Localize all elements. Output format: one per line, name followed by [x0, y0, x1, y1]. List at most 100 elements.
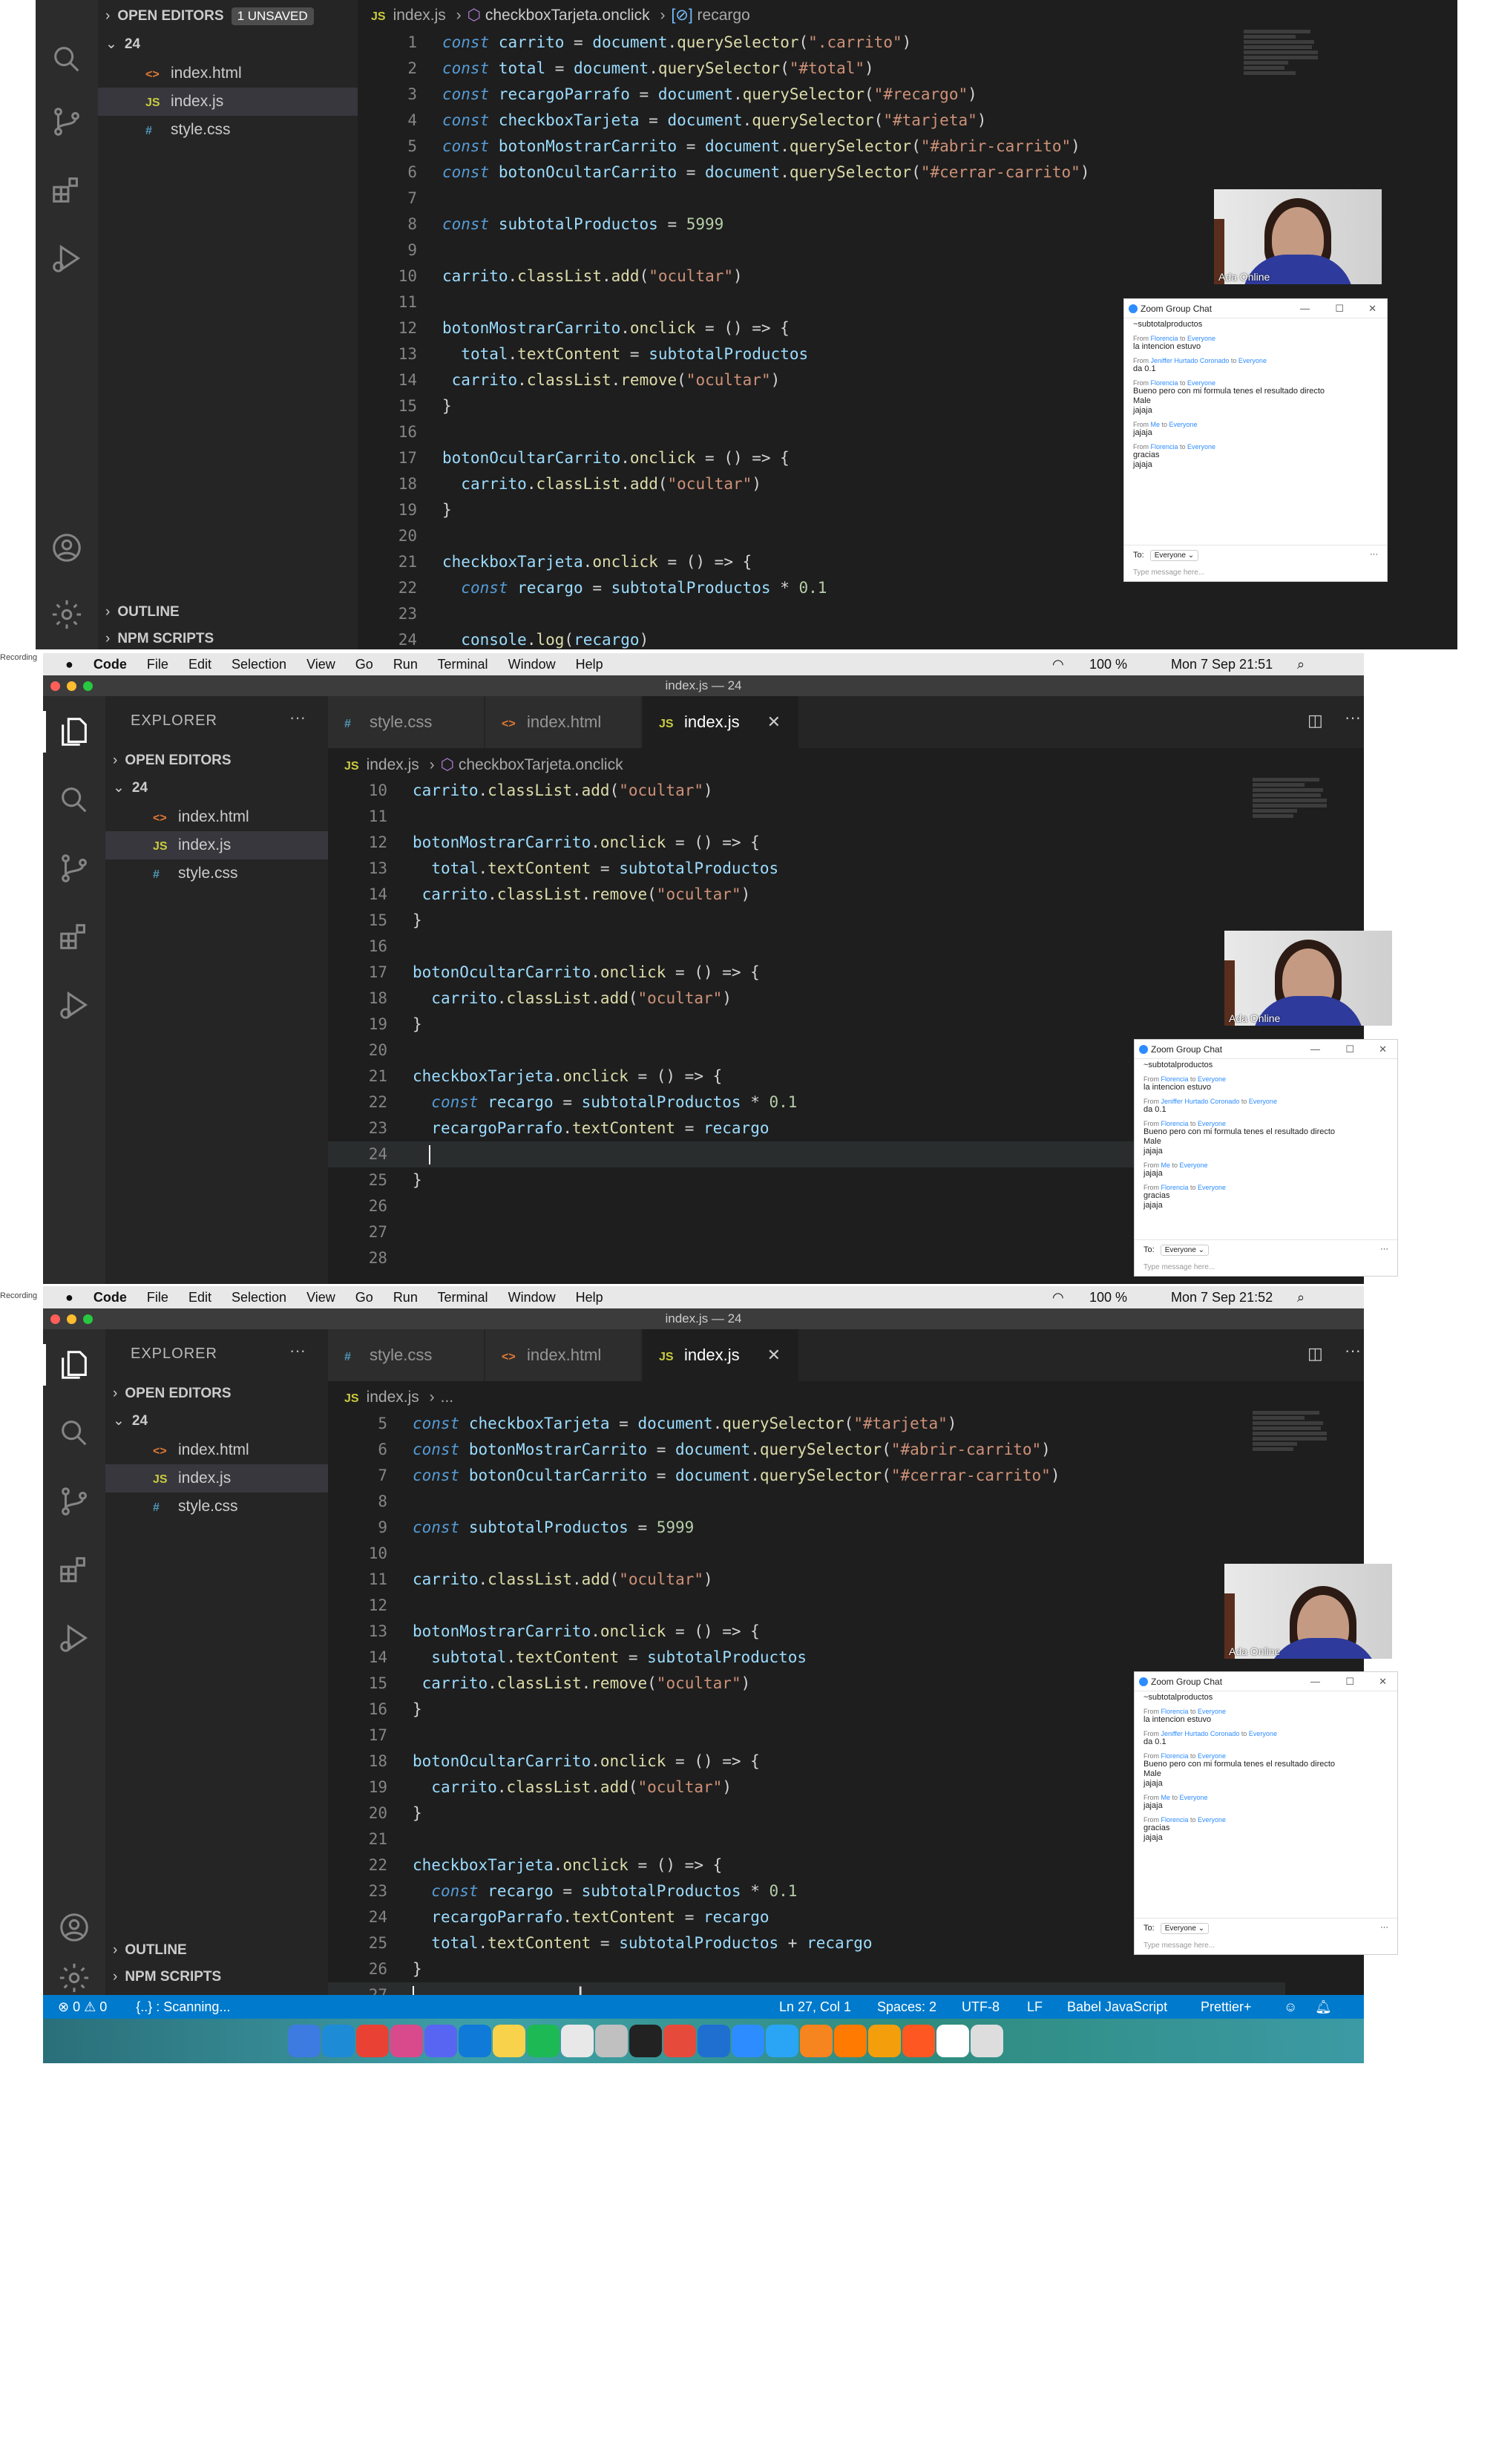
menu-file[interactable]: File [147, 657, 168, 672]
zoom-video-tile-3[interactable]: Ada Online [1224, 1564, 1392, 1659]
split-editor-icon[interactable]: ◫ [1307, 1344, 1323, 1363]
outline-header[interactable]: › OUTLINE [113, 1942, 187, 1959]
zoom-window-icon[interactable] [83, 681, 93, 691]
breadcrumb[interactable]: JS index.js › ⬡ checkboxTarjeta.onclick ›[… [371, 6, 750, 24]
gear-icon[interactable] [46, 594, 88, 635]
outline-header[interactable]: › OUTLINE [105, 604, 180, 620]
books-icon[interactable] [868, 2025, 901, 2057]
code-line[interactable]: 3 const recargoParrafo = document.querySe… [358, 82, 1285, 108]
spotlight-icon[interactable]: ⌕ [1297, 1286, 1305, 1308]
code-line[interactable]: 2 const total = document.querySelector("#… [358, 56, 1285, 82]
menu-view[interactable]: View [306, 1290, 335, 1305]
menu-edit[interactable]: Edit [188, 657, 211, 672]
code-line[interactable]: 6 const botonMostrarCarrito = document.qu… [328, 1437, 1285, 1463]
code-line[interactable]: 9 [358, 237, 1285, 263]
folder-header[interactable]: ⌄ 24 [105, 36, 140, 53]
code-line[interactable]: 7 const botonOcultarCarrito = document.qu… [328, 1463, 1285, 1489]
bell-icon[interactable]: 🔔︎ [1315, 1995, 1332, 2019]
more-icon[interactable]: ··· [1380, 1923, 1388, 1932]
close-icon[interactable]: ✕ [1368, 299, 1376, 318]
npm-scripts-header[interactable]: › NPM SCRIPTS [105, 631, 214, 647]
code-line[interactable]: 26} [328, 1956, 1285, 1982]
minimize-icon[interactable]: — [1300, 299, 1310, 318]
maximize-icon[interactable]: ☐ [1345, 1040, 1354, 1059]
postman-icon[interactable] [800, 2025, 833, 2057]
apple-icon[interactable]: ● [65, 1290, 73, 1305]
spotify-icon[interactable] [527, 2025, 560, 2057]
open-editors-header[interactable]: › OPEN EDITORS 1 UNSAVED [105, 7, 314, 25]
vlc-icon[interactable] [834, 2025, 867, 2057]
file-style-css[interactable]: # style.css [98, 116, 358, 144]
breadcrumb[interactable]: JS index.js ›... [344, 1389, 453, 1406]
code-line[interactable]: 13 total.textContent = subtotalProductos [328, 856, 1285, 882]
minimize-window-icon[interactable] [67, 1314, 76, 1324]
file-style-css[interactable]: # style.css [105, 1493, 328, 1521]
code-line[interactable]: 8 const subtotalProductos = 5999 [358, 212, 1285, 237]
wifi-icon[interactable]: ◠ [1052, 1286, 1064, 1308]
minimap[interactable] [1253, 1411, 1334, 1452]
code-line[interactable]: 10 [328, 1541, 1285, 1567]
chrome-icon[interactable] [356, 2025, 389, 2057]
file-index-js[interactable]: JS index.js [105, 1464, 328, 1493]
more-actions-icon[interactable]: ··· [289, 708, 306, 727]
code-line[interactable]: 24 console.log(recargo) [358, 627, 1285, 649]
chat-message-input[interactable]: Type message here... [1133, 569, 1378, 577]
code-line[interactable]: 9 const subtotalProductos = 5999 [328, 1515, 1285, 1541]
close-window-icon[interactable] [50, 681, 60, 691]
code-line[interactable]: 6 const botonOcultarCarrito = document.qu… [358, 160, 1285, 186]
cursor-position[interactable]: Ln 27, Col 1 [779, 1995, 851, 2019]
minimize-window-icon[interactable] [67, 681, 76, 691]
app-store-icon[interactable] [322, 2025, 355, 2057]
spotlight-icon[interactable]: ⌕ [1297, 653, 1305, 675]
file-style-css[interactable]: # style.css [105, 859, 328, 888]
source-control-icon[interactable] [53, 1481, 95, 1522]
more-icon[interactable]: ··· [1370, 550, 1378, 559]
code-line[interactable]: 10 carrito.classList.add("ocultar") [358, 263, 1285, 289]
breadcrumb[interactable]: JS index.js › ⬡ checkboxTarjeta.onclick [344, 756, 623, 774]
code-line[interactable]: 1 const carrito = document.querySelector(… [358, 30, 1285, 56]
apple-icon[interactable]: ● [65, 657, 73, 672]
run-debug-icon[interactable] [53, 1617, 95, 1659]
feedback-icon[interactable]: ☺ [1284, 1995, 1297, 2019]
recipient-select[interactable]: Everyone ⌄ [1160, 1245, 1210, 1256]
code-line[interactable]: 18 carrito.classList.add("ocultar") [328, 986, 1285, 1012]
extensions-icon[interactable] [53, 1549, 95, 1590]
menu-window[interactable]: Window [508, 657, 556, 672]
finder-icon[interactable] [288, 2025, 321, 2057]
account-icon[interactable] [53, 1907, 95, 1948]
terminal-icon[interactable] [629, 2025, 662, 2057]
folder-header[interactable]: ⌄ 24 [113, 1412, 148, 1429]
recipient-select[interactable]: Everyone ⌄ [1160, 1923, 1210, 1934]
npm-scripts-header[interactable]: › NPM SCRIPTS [113, 1969, 221, 1985]
code-line[interactable]: 4 const checkboxTarjeta = document.queryS… [358, 108, 1285, 134]
search-icon[interactable] [46, 39, 88, 80]
code-line[interactable]: 13 botonMostrarCarrito.onclick = () => { [328, 1619, 1285, 1645]
system-preferences-icon[interactable] [595, 2025, 628, 2057]
zoom-video-tile-2[interactable]: Ada Online [1224, 931, 1392, 1026]
zoom-icon[interactable] [732, 2025, 764, 2057]
split-editor-icon[interactable]: ◫ [1307, 711, 1323, 730]
tab-index-js[interactable]: JS index.js ✕ [643, 696, 798, 748]
zoom-group-chat-1[interactable]: Zoom Group Chat — ☐ ✕ ~subtotalproductos From… [1123, 298, 1388, 582]
zoom-window-icon[interactable] [83, 1314, 93, 1324]
trash-icon[interactable] [971, 2025, 1003, 2057]
code-line[interactable]: 5 const checkboxTarjeta = document.queryS… [328, 1411, 1285, 1437]
maximize-icon[interactable]: ☐ [1345, 1672, 1354, 1691]
minimize-icon[interactable]: — [1310, 1672, 1320, 1691]
code-line[interactable]: 8 [328, 1489, 1285, 1515]
menu-go[interactable]: Go [355, 1290, 373, 1305]
code-line[interactable]: 11 [328, 804, 1285, 830]
menu-terminal[interactable]: Terminal [438, 657, 488, 672]
menu-help[interactable]: Help [576, 657, 603, 672]
explorer-icon[interactable] [43, 1344, 95, 1386]
recipient-select[interactable]: Everyone ⌄ [1149, 550, 1199, 561]
problems-indicator[interactable]: ⊗ 0 ⚠ 0 [58, 1999, 107, 2014]
zoom-video-tile-1[interactable]: Ada Online [1214, 189, 1382, 284]
source-control-icon[interactable] [46, 101, 88, 142]
zoom-group-chat-3[interactable]: Zoom Group Chat — ☐ ✕ ~subtotalproductos From… [1134, 1671, 1398, 1955]
code-line[interactable]: 12 botonMostrarCarrito.onclick = () => { [328, 830, 1285, 856]
file-index-html[interactable]: <> index.html [98, 59, 358, 88]
menu-file[interactable]: File [147, 1290, 168, 1305]
preview-icon[interactable] [936, 2025, 969, 2057]
open-editors-header[interactable]: › OPEN EDITORS [113, 1386, 232, 1402]
